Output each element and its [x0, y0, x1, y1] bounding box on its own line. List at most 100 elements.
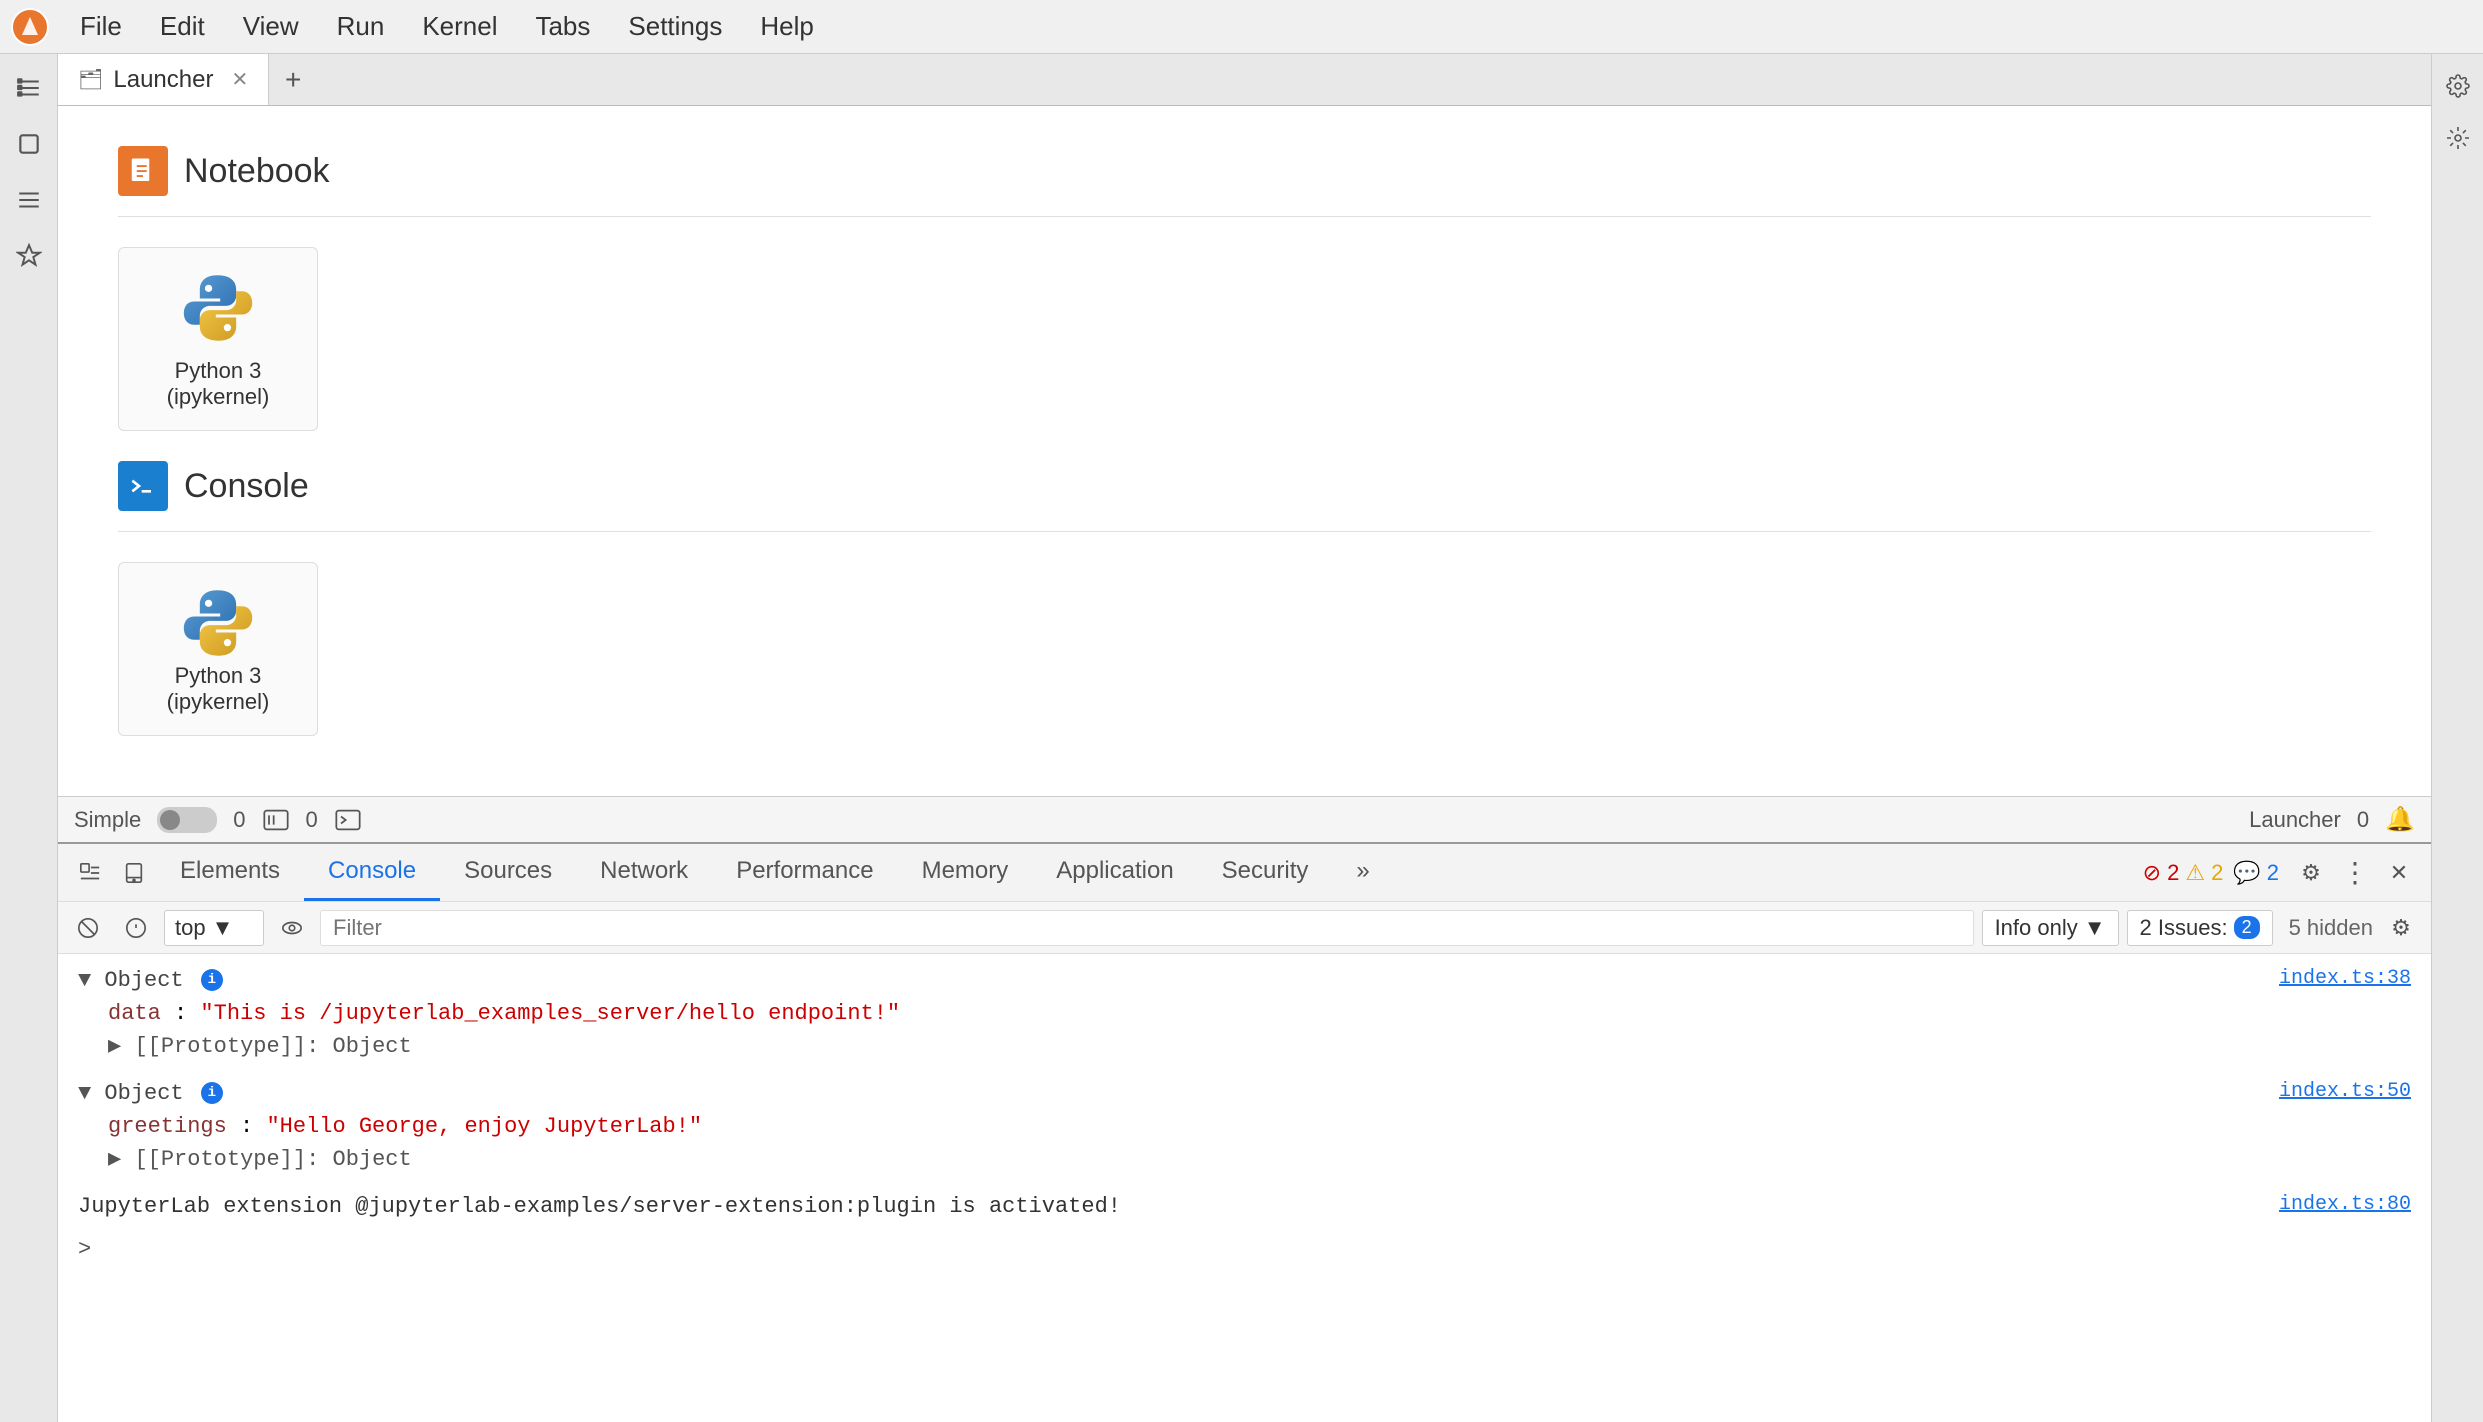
- devtools-tab-performance[interactable]: Performance: [712, 844, 897, 901]
- console-prompt: >: [78, 1237, 91, 1262]
- console-toolbar: top ▼ Info only ▼ 2: [58, 902, 2431, 954]
- devtools-tab-memory[interactable]: Memory: [898, 844, 1033, 901]
- devtools-inspect-icon[interactable]: [68, 851, 112, 895]
- devtools-panel: Elements Console Sources Network Perform…: [58, 842, 2431, 1422]
- log-link-3[interactable]: index.ts:80: [2279, 1190, 2411, 1220]
- menu-file[interactable]: File: [64, 7, 138, 46]
- menu-kernel[interactable]: Kernel: [406, 7, 513, 46]
- menu-edit[interactable]: Edit: [144, 7, 221, 46]
- devtools-tab-application[interactable]: Application: [1032, 844, 1197, 901]
- left-sidebar: [0, 54, 58, 1422]
- devtools-tabbar: Elements Console Sources Network Perform…: [58, 844, 2431, 902]
- tab-launcher[interactable]: 🗂 Launcher ✕: [58, 54, 269, 105]
- console-clear-btn[interactable]: [68, 908, 108, 948]
- info-only-arrow: ▼: [2084, 915, 2106, 941]
- app-logo: [10, 7, 50, 47]
- python3-console-card[interactable]: Python 3 (ipykernel): [118, 562, 318, 736]
- main-content: 🗂 Launcher ✕ + Notebook: [58, 54, 2431, 1422]
- console-section-header: Console: [118, 461, 2371, 511]
- context-selector[interactable]: top ▼: [164, 910, 264, 946]
- notebook-section-title: Notebook: [184, 152, 330, 191]
- tab-close-icon[interactable]: ✕: [231, 67, 248, 92]
- msg-count: 2: [2267, 860, 2279, 886]
- warn-icon: ⚠: [2185, 860, 2205, 886]
- obj-prop-1: data : "This is /jupyterlab_examples_ser…: [108, 997, 2259, 1030]
- obj-proto-1: ▶ [[Prototype]]: Object: [108, 1030, 2259, 1063]
- devtools-tab-more[interactable]: »: [1332, 844, 1393, 901]
- console-section-icon: [118, 461, 168, 511]
- devtools-settings-icon[interactable]: ⚙: [2289, 851, 2333, 895]
- devtools-tab-sources[interactable]: Sources: [440, 844, 576, 901]
- expand-1[interactable]: ▼: [78, 968, 91, 993]
- info-badge-1: i: [201, 969, 223, 991]
- obj-val-1: "This is /jupyterlab_examples_server/hel…: [200, 1001, 900, 1026]
- proto-expand-1[interactable]: ▶: [108, 1034, 121, 1059]
- menubar: File Edit View Run Kernel Tabs Settings …: [0, 0, 2483, 54]
- kernel-status-icon: [262, 806, 290, 834]
- menu-settings[interactable]: Settings: [612, 7, 738, 46]
- status-num1: 0: [233, 807, 245, 833]
- status-launcher-label: Launcher: [2249, 807, 2341, 833]
- obj-prop-2: greetings : "Hello George, enjoy Jupyter…: [108, 1110, 2259, 1143]
- python3-notebook-card[interactable]: Python 3 (ipykernel): [118, 247, 318, 431]
- console-settings-btn[interactable]: ⚙: [2381, 908, 2421, 948]
- info-only-label: Info only: [1995, 915, 2078, 941]
- launcher-tab-icon: 🗂: [78, 67, 103, 92]
- sidebar-item-toc[interactable]: [5, 176, 53, 224]
- log-link-2[interactable]: index.ts:50: [2279, 1077, 2411, 1107]
- console-eye-btn[interactable]: [272, 908, 312, 948]
- devtools-tab-elements[interactable]: Elements: [156, 844, 304, 901]
- devtools-more-icon[interactable]: ⋮: [2333, 851, 2377, 895]
- python3-console-label: Python 3 (ipykernel): [129, 663, 307, 715]
- error-icon: ⊘: [2143, 860, 2161, 886]
- terminal-status-icon: [334, 806, 362, 834]
- devtools-tab-console[interactable]: Console: [304, 844, 440, 901]
- launcher-panel: Notebook: [58, 106, 2431, 796]
- log-entry-3: JupyterLab extension @jupyterlab-example…: [78, 1190, 2411, 1223]
- console-section-title: Console: [184, 467, 309, 506]
- right-icon-settings[interactable]: [2436, 64, 2480, 108]
- issues-label: 2 Issues:: [2140, 915, 2228, 941]
- obj-val-2: "Hello George, enjoy JupyterLab!": [266, 1114, 702, 1139]
- proto-expand-2[interactable]: ▶: [108, 1147, 121, 1172]
- menu-tabs[interactable]: Tabs: [519, 7, 606, 46]
- devtools-tab-security[interactable]: Security: [1198, 844, 1333, 901]
- right-icon-gear2[interactable]: [2436, 116, 2480, 160]
- error-count: 2: [2167, 860, 2179, 886]
- menu-view[interactable]: View: [227, 7, 315, 46]
- python3-notebook-label: Python 3 (ipykernel): [129, 358, 307, 410]
- sidebar-item-files[interactable]: [5, 64, 53, 112]
- new-tab-button[interactable]: +: [269, 56, 317, 104]
- notebook-section-icon: [118, 146, 168, 196]
- devtools-close-icon[interactable]: ✕: [2377, 851, 2421, 895]
- app-body: 🗂 Launcher ✕ + Notebook: [0, 54, 2483, 1422]
- bell-icon[interactable]: 🔔: [2385, 805, 2415, 834]
- console-filter-input[interactable]: [320, 910, 1974, 946]
- status-num2: 0: [306, 807, 318, 833]
- menu-help[interactable]: Help: [744, 7, 829, 46]
- log-link-1[interactable]: index.ts:38: [2279, 964, 2411, 994]
- simple-toggle[interactable]: [157, 807, 217, 833]
- info-only-selector[interactable]: Info only ▼: [1982, 910, 2119, 946]
- devtools-device-icon[interactable]: [112, 851, 156, 895]
- log-text-3: JupyterLab extension @jupyterlab-example…: [78, 1190, 1121, 1223]
- console-prompt-line: >: [78, 1233, 2411, 1266]
- console-kernels: Python 3 (ipykernel): [118, 562, 2371, 736]
- sidebar-item-extensions[interactable]: [5, 232, 53, 280]
- obj-proto-2: ▶ [[Prototype]]: Object: [108, 1143, 2259, 1176]
- status-notif-count: 0: [2357, 807, 2369, 833]
- expand-2[interactable]: ▼: [78, 1081, 91, 1106]
- devtools-tab-network[interactable]: Network: [576, 844, 712, 901]
- warn-count: 2: [2211, 860, 2223, 886]
- msg-icon: 💬: [2233, 860, 2260, 886]
- info-badge-2: i: [201, 1082, 223, 1104]
- obj-label-1: Object: [104, 968, 196, 993]
- right-sidebar: [2431, 54, 2483, 1422]
- sidebar-item-running[interactable]: [5, 120, 53, 168]
- obj-label-2: Object: [104, 1081, 196, 1106]
- console-preserve-log-btn[interactable]: [116, 908, 156, 948]
- notebook-section-header: Notebook: [118, 146, 2371, 196]
- menu-run[interactable]: Run: [321, 7, 401, 46]
- context-arrow: ▼: [212, 915, 234, 941]
- simple-label: Simple: [74, 807, 141, 833]
